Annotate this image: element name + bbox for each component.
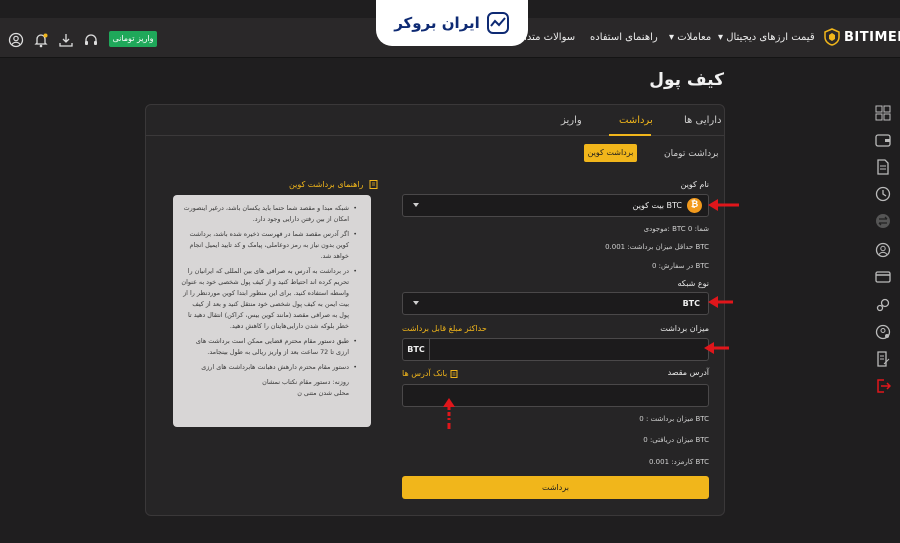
edit-document-icon[interactable]: [875, 351, 891, 367]
min-withdraw-row: حداقل میزان برداشت: 0.001 BTC: [561, 243, 709, 251]
nav-prices-label: قیمت ارزهای دیجیتال: [726, 32, 815, 43]
address-bank-link[interactable]: بانک آدرس ها: [402, 369, 458, 378]
inventory-row: موجودی: BTC شما: 0: [571, 225, 709, 233]
tab-assets[interactable]: دارایی ها: [684, 115, 721, 126]
receive-amount-label: میزان دریافتی:: [649, 436, 694, 444]
guide-title: راهنمای برداشت کوین: [289, 180, 378, 189]
subtab-toman[interactable]: برداشت تومان: [664, 149, 719, 159]
exchange-icon[interactable]: [875, 213, 891, 229]
chart-trend-icon: [486, 12, 509, 34]
receive-amount-row: میزان دریافتی: 0 BTC: [609, 436, 709, 444]
min-withdraw-label: حداقل میزان برداشت:: [627, 243, 694, 251]
fee-label: کارمزد:: [671, 458, 694, 466]
network-select[interactable]: BTC: [402, 292, 709, 315]
red-arrow-icon: [708, 296, 733, 308]
receive-amount-value: 0: [643, 436, 648, 444]
guide-item: در برداشت به آدرس به صرافی های بین الملل…: [181, 266, 357, 332]
coin-label: نام کوین: [680, 180, 709, 189]
red-arrow-icon: [704, 342, 729, 354]
settings-icon[interactable]: [875, 297, 891, 313]
nav-trades-label: معاملات: [677, 32, 712, 43]
coin-select-value: بیت کوین BTC: [632, 201, 682, 210]
min-withdraw-unit: BTC: [695, 243, 709, 251]
withdraw-amount-row: میزان برداشت : 0 BTC: [609, 415, 709, 423]
sidebar: [858, 95, 900, 425]
amount-input[interactable]: BTC: [402, 338, 709, 361]
chevron-down-icon: ▾: [718, 32, 724, 43]
document-icon[interactable]: [875, 159, 891, 175]
chevron-down-icon: [413, 301, 419, 305]
account-icon[interactable]: [875, 242, 891, 258]
max-amount-link[interactable]: حداکثر مبلغ قابل برداشت: [402, 324, 487, 333]
guide-book-icon: [369, 180, 378, 189]
address-label: آدرس مقصد: [667, 368, 709, 377]
address-bank-label: بانک آدرس ها: [402, 369, 448, 378]
guide-item: دستور مقام محترم دارهش دهبانت هابرداشت ه…: [181, 362, 357, 373]
in-order-value: 0: [651, 262, 657, 270]
inventory-label: موجودی:: [643, 225, 670, 233]
logout-icon[interactable]: [875, 378, 891, 394]
red-arrow-icon: [443, 398, 455, 429]
nav-guide[interactable]: راهنمای استفاده: [590, 32, 658, 43]
shield-logo-icon: [824, 28, 840, 46]
wallet-icon[interactable]: [875, 132, 891, 148]
iranbroker-logo: ایران بروکر: [376, 0, 528, 46]
min-withdraw-value: 0.001: [605, 243, 626, 251]
guide-box: شبکه مبدا و مقصد شما حتما باید یکسان باش…: [173, 195, 371, 427]
address-book-icon: [450, 369, 458, 378]
tab-deposit[interactable]: واریز: [561, 115, 582, 126]
iranbroker-logo-text: ایران بروکر: [394, 14, 480, 32]
guide-item: اگر آدرس مقصد شما در فهرست ذخیره شده باش…: [181, 229, 357, 262]
receive-amount-unit: BTC: [695, 436, 709, 444]
inventory-unit: شما:: [694, 225, 709, 233]
amount-label: میزان برداشت: [660, 324, 709, 333]
active-tab-indicator: [609, 134, 651, 136]
guide-line: روزنه: دستور مقام نکتاب نمشان: [262, 378, 349, 386]
headset-icon[interactable]: [83, 32, 99, 48]
in-order-label: در سفارش:: [658, 262, 694, 270]
wallet-tabs: دارایی ها برداشت واریز: [146, 105, 724, 136]
withdraw-submit-button[interactable]: برداشت: [402, 476, 709, 499]
inventory-coin: BTC: [672, 225, 686, 233]
bitcoin-icon: ₿: [687, 198, 702, 213]
fee-row: کارمزد: 0.001 BTC: [609, 458, 709, 466]
page-title: کیف پول: [649, 70, 724, 90]
brand-name: BITIMEN: [844, 29, 900, 45]
inventory-value: 0: [687, 225, 693, 233]
dashboard-icon[interactable]: [875, 105, 891, 121]
wallet-panel: دارایی ها برداشت واریز برداشت تومان بردا…: [145, 104, 725, 516]
chevron-down-icon: ▾: [669, 32, 675, 43]
fee-unit: BTC: [695, 458, 709, 466]
chevron-down-icon: [413, 203, 419, 207]
network-label: نوع شبکه: [677, 279, 710, 288]
in-order-unit: BTC: [695, 262, 709, 270]
toman-deposit-button[interactable]: واریز تومانی: [109, 31, 157, 47]
nav-prices[interactable]: ▾ قیمت ارزهای دیجیتال: [718, 32, 815, 43]
bank-card-icon[interactable]: [875, 269, 891, 285]
tab-withdraw[interactable]: برداشت: [619, 115, 653, 126]
bottom-strip: [0, 517, 900, 543]
coin-select[interactable]: ₿ بیت کوین BTC: [402, 194, 709, 217]
guide-title-label: راهنمای برداشت کوین: [289, 180, 364, 189]
withdraw-amount-value: 0: [639, 415, 644, 423]
fee-value: 0.001: [648, 458, 670, 466]
network-select-value: BTC: [682, 299, 700, 308]
guide-line: محلی شدن متنی ن: [297, 389, 349, 397]
user-settings-icon[interactable]: [875, 324, 891, 340]
user-profile-icon[interactable]: [8, 32, 24, 48]
nav-trades[interactable]: ▾ معاملات: [669, 32, 711, 43]
withdraw-amount-unit: BTC: [695, 415, 709, 423]
guide-item: طبق دستور مقام محترم قضایی ممکن است بردا…: [181, 336, 357, 358]
bell-icon[interactable]: [33, 32, 49, 48]
guide-list: شبکه مبدا و مقصد شما حتما باید یکسان باش…: [181, 203, 357, 373]
brand-logo[interactable]: BITIMEN: [824, 28, 900, 46]
history-icon[interactable]: [875, 186, 891, 202]
withdraw-amount-label: میزان برداشت :: [645, 415, 694, 423]
amount-unit: BTC: [403, 339, 430, 360]
in-order-row: در سفارش: 0 BTC: [601, 262, 709, 270]
download-icon[interactable]: [58, 32, 74, 48]
guide-item: شبکه مبدا و مقصد شما حتما باید یکسان باش…: [181, 203, 357, 225]
subtab-coin[interactable]: برداشت کوین: [584, 144, 637, 162]
red-arrow-icon: [708, 199, 739, 211]
